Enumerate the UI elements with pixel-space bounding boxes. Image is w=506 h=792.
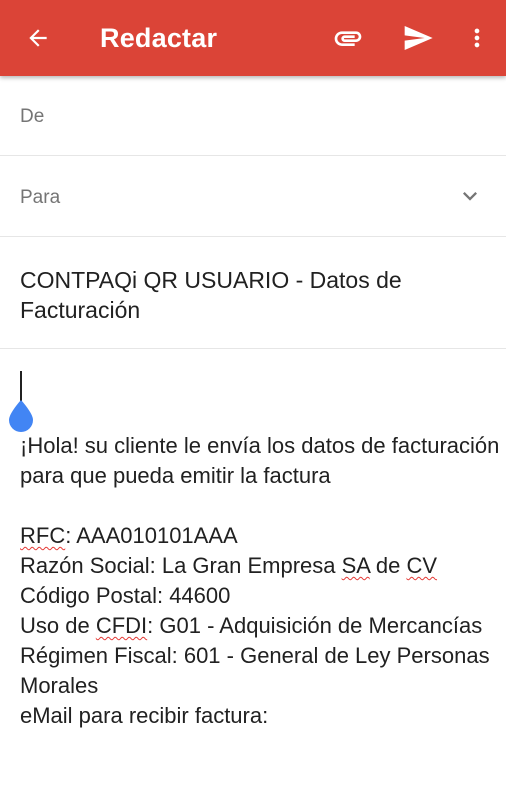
rfc-value: : AAA010101AAA (65, 523, 238, 548)
razon-social-cv: CV (406, 553, 438, 578)
codigo-postal-line: Código Postal: 44600 (20, 583, 231, 608)
from-label: De (20, 106, 45, 127)
send-button[interactable] (396, 16, 440, 60)
greeting-text: ¡Hola! su cliente le envía los datos de … (20, 433, 500, 488)
razon-social-prefix: Razón Social: La Gran Empresa (20, 553, 342, 578)
uso-prefix: Uso de (20, 613, 96, 638)
email-line: eMail para recibir factura: (20, 703, 269, 728)
regimen-fiscal-line: Régimen Fiscal: 601 - General de Ley Per… (20, 643, 490, 698)
page-title: Redactar (100, 23, 218, 53)
from-field[interactable]: De (0, 76, 506, 156)
more-options-button[interactable] (455, 16, 499, 60)
rfc-label: RFC (20, 523, 66, 548)
send-icon (404, 26, 433, 50)
chevron-down-icon (463, 192, 477, 201)
razon-social-de: de (369, 553, 407, 578)
more-vert-icon (474, 28, 480, 48)
subject-text: CONTPAQi QR USUARIO - Datos de Facturaci… (20, 267, 402, 323)
app-bar: Redactar (0, 0, 506, 76)
to-field[interactable]: Para (0, 156, 506, 237)
uso-suffix: : G01 - Adquisición de Mercancías (147, 613, 483, 638)
razon-social-sa: SA (341, 553, 370, 578)
uso-cfdi-line: Uso de CFDI: G01 - Adquisición de Mercan… (20, 611, 500, 641)
to-label: Para (20, 187, 61, 208)
subject-field[interactable]: CONTPAQi QR USUARIO - Datos de Facturaci… (0, 237, 506, 349)
compose-screen: Redactar De Para CONTPAQi QR USUARIO - D… (0, 0, 506, 792)
message-body[interactable]: ¡Hola! su cliente le envía los datos de … (0, 349, 506, 792)
cursor-handle-icon[interactable] (7, 399, 35, 433)
back-button[interactable] (16, 16, 60, 60)
razon-social-line: Razón Social: La Gran Empresa SA de CV (20, 551, 500, 581)
expand-recipients-button[interactable] (456, 182, 484, 210)
attachment-icon (334, 31, 362, 46)
body-text: ¡Hola! su cliente le envía los datos de … (20, 431, 500, 731)
attach-button[interactable] (326, 16, 370, 60)
uso-cfdi-word: CFDI (95, 613, 148, 638)
rfc-line: RFC: AAA010101AAA (20, 521, 500, 551)
back-arrow-icon (29, 29, 47, 47)
